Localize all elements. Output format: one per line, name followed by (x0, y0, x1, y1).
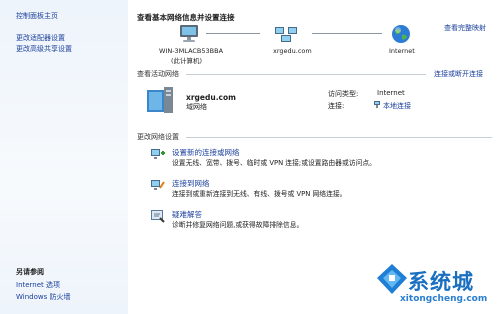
access-type-label: 访问类型: (328, 90, 359, 98)
change-settings-heading: 更改网络设置 (137, 133, 179, 141)
sidebar-link-internet-options[interactable]: Internet 选项 (16, 280, 60, 290)
computer-name-label: WIN-3MLACB53BBA (159, 47, 224, 55)
setup-connection-desc: 设置无线、宽带、拨号、临时或 VPN 连接;或设置路由器或访问点。 (172, 159, 376, 167)
connect-to-network-desc: 连接到或重新连接到无线、有线、拨号或 VPN 网络连接。 (172, 190, 347, 198)
connect-network-icon (150, 178, 166, 194)
sidebar: 控制面板主页 更改适配器设置 更改高级共享设置 另请参阅 Internet 选项… (0, 0, 128, 314)
local-connection-link[interactable]: 本地连接 (383, 101, 411, 111)
network-name-label: xrgedu.com (273, 47, 312, 55)
sidebar-link-home[interactable]: 控制面板主页 (16, 11, 58, 21)
sidebar-link-adapter-settings[interactable]: 更改适配器设置 (16, 33, 65, 43)
connections-label: 连接: (328, 102, 345, 110)
view-full-map-link[interactable]: 查看完整映射 (444, 23, 486, 33)
network-icon (274, 24, 298, 46)
sidebar-link-sharing-settings[interactable]: 更改高级共享设置 (16, 44, 72, 54)
computer-sub-label: (此计算机) (171, 57, 203, 65)
computer-icon (178, 24, 200, 46)
active-network-name: xrgedu.com (186, 93, 236, 102)
access-type-value: Internet (377, 89, 405, 97)
divider (186, 74, 426, 75)
map-connector-1 (206, 33, 260, 34)
page-title: 查看基本网络信息并设置连接 (137, 13, 235, 22)
active-network-type: 域网络 (186, 103, 207, 111)
active-networks-heading: 查看活动网络 (137, 70, 179, 78)
internet-label: Internet (389, 47, 415, 55)
domain-network-icon[interactable] (145, 86, 175, 116)
connect-disconnect-link[interactable]: 连接或断开连接 (434, 69, 483, 79)
troubleshoot-desc: 诊断并修复网络问题,或获得故障排除信息。 (172, 221, 304, 229)
map-connector-2 (312, 33, 382, 34)
globe-icon (391, 24, 411, 46)
watermark-logo (375, 262, 409, 298)
sidebar-link-firewall[interactable]: Windows 防火墙 (16, 292, 70, 302)
new-connection-icon (150, 147, 166, 163)
troubleshoot-icon (150, 209, 166, 225)
watermark-brand: 系统城 (408, 270, 474, 294)
divider (186, 137, 492, 138)
watermark-url: xitongcheng.com (400, 294, 488, 304)
see-also-heading: 另请参阅 (16, 268, 44, 276)
local-connection-icon (373, 100, 381, 111)
